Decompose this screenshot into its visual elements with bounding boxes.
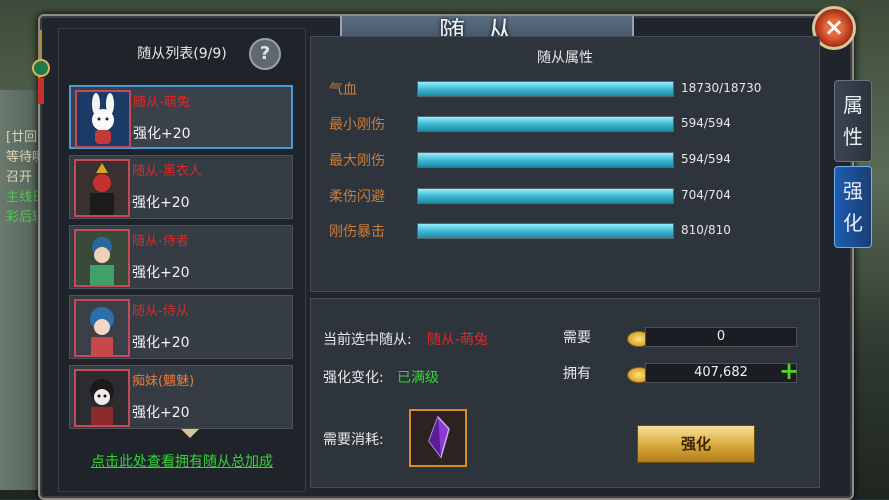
companion-item[interactable]: 随从-萌兔 强化+20 (69, 85, 293, 149)
attribute-label: 柔伤闪避 (329, 189, 385, 205)
attribute-row: 最小刚伤 594/594 (329, 112, 809, 136)
attribute-bar-fill (418, 117, 673, 131)
attribute-row: 气血 18730/18730 (329, 77, 809, 101)
black-clothes-portrait-icon (74, 159, 130, 217)
attribute-bar-fill (418, 224, 673, 238)
attribute-row: 柔伤闪避 704/704 (329, 184, 809, 208)
selected-companion-label: 当前选中随从: (323, 332, 412, 348)
companion-name: 随从-侍者 (132, 234, 189, 249)
companion-name: 随从-黑衣人 (132, 164, 202, 179)
companion-item[interactable]: 痴妹(魑魅) 强化+20 (69, 365, 293, 429)
companion-name: 随从-侍从 (132, 304, 189, 319)
attribute-bar (417, 188, 674, 204)
attribute-bar (417, 152, 674, 168)
tab-enhance-label: 强化 (843, 179, 863, 235)
attribute-label: 刚伤暴击 (329, 224, 385, 240)
attribute-bar (417, 223, 674, 239)
cost-crystal-item[interactable] (409, 409, 467, 467)
companion-name: 痴妹(魑魅) (132, 374, 195, 389)
help-button[interactable]: ? (249, 38, 281, 70)
companion-level: 强化+20 (133, 126, 191, 142)
scroll-down-arrow-icon[interactable] (181, 429, 199, 438)
companion-level: 强化+20 (132, 335, 190, 351)
servant-portrait-icon (74, 299, 130, 357)
attendant-portrait-icon (74, 229, 130, 287)
attribute-label: 最小刚伤 (329, 117, 385, 133)
add-currency-button[interactable]: + (779, 359, 799, 383)
tab-attributes-label: 属性 (843, 93, 863, 149)
background-text: 召开 (6, 170, 33, 185)
background-text: [廿回] (6, 130, 43, 145)
tab-enhance[interactable]: 强化 (834, 166, 872, 248)
attribute-bar-fill (418, 189, 673, 203)
attribute-value: 810/810 (681, 223, 731, 237)
enhance-button[interactable]: 强化 (637, 425, 755, 463)
have-label: 拥有 (563, 366, 591, 382)
companion-item[interactable]: 随从-侍者 强化+20 (69, 225, 293, 289)
need-amount: 0 (645, 327, 797, 347)
attribute-value: 18730/18730 (681, 81, 762, 95)
attribute-bar (417, 116, 674, 132)
attribute-label: 最大刚伤 (329, 153, 385, 169)
companion-level: 强化+20 (132, 195, 190, 211)
attribute-bar (417, 81, 674, 97)
selected-companion-name: 随从-萌兔 (427, 332, 489, 348)
cost-label: 需要消耗: (323, 432, 384, 448)
attribute-row: 刚伤暴击 810/810 (329, 219, 809, 243)
companion-name: 随从-萌兔 (133, 95, 190, 110)
enhance-panel: 当前选中随从: 随从-萌兔 强化变化: 已满级 需要 0 拥有 407,682 … (310, 298, 820, 488)
attributes-title: 随从属性 (537, 50, 593, 66)
enhance-change-value: 已满级 (397, 370, 439, 386)
attribute-row: 最大刚伤 594/594 (329, 148, 809, 172)
need-label: 需要 (563, 330, 591, 346)
companion-item[interactable]: 随从-黑衣人 强化+20 (69, 155, 293, 219)
attribute-value: 594/594 (681, 152, 731, 166)
total-bonus-link[interactable]: 点击此处查看拥有随从总加成 (59, 451, 305, 471)
attribute-bar-fill (418, 82, 673, 96)
companion-list-panel: 随从列表(9/9) ? 随从-萌兔 强化+20 随从-黑衣人 强化+20 随从-… (58, 28, 306, 492)
attribute-value: 594/594 (681, 116, 731, 130)
attribute-value: 704/704 (681, 188, 731, 202)
companion-level: 强化+20 (132, 265, 190, 281)
companion-list: 随从-萌兔 强化+20 随从-黑衣人 强化+20 随从-侍者 强化+20 随从-… (69, 85, 295, 435)
ghost-girl-portrait-icon (74, 369, 130, 427)
have-amount: 407,682 (645, 363, 797, 383)
purple-crystal-icon (428, 415, 450, 459)
enhance-change-label: 强化变化: (323, 370, 384, 386)
attribute-bar-fill (418, 153, 673, 167)
attribute-label: 气血 (329, 82, 357, 98)
companion-level: 强化+20 (132, 405, 190, 421)
rabbit-portrait-icon (75, 90, 131, 148)
charm-ornament-icon (32, 30, 50, 104)
companion-item[interactable]: 随从-侍从 强化+20 (69, 295, 293, 359)
attributes-panel: 随从属性 气血 18730/18730 最小刚伤 594/594 最大刚伤 59… (310, 36, 820, 292)
tab-attributes[interactable]: 属性 (834, 80, 872, 162)
